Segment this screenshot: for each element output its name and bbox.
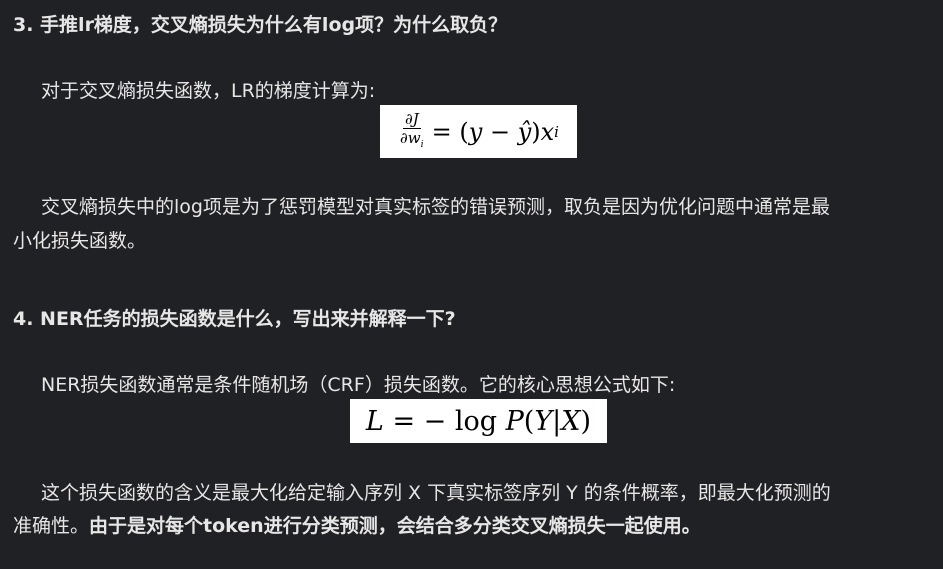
eq-L: L — [365, 405, 384, 437]
eq-y: y — [468, 117, 483, 146]
section-4-intro: NER损失函数通常是条件随机场（CRF）损失函数。它的核心思想公式如下: — [41, 374, 676, 396]
fraction-denominator-sub: i — [420, 138, 424, 150]
eq-neg-log: = − log — [383, 405, 506, 437]
eq-X: X — [561, 405, 581, 437]
eq-bar: | — [552, 405, 562, 437]
section-4-para-line-2-bold: 由于是对每个token进行分类预测，会结合多分类交叉熵损失一起使用。 — [89, 515, 701, 537]
eq-minus: − — [482, 117, 518, 146]
section-4-heading: 4. NER任务的损失函数是什么，写出来并解释一下? — [13, 308, 456, 330]
eq-x-sub: i — [554, 122, 559, 141]
eq-paren-open: ( — [523, 405, 535, 437]
eq-x: x — [540, 117, 555, 146]
eq-paren-close: ) — [580, 405, 592, 437]
section-4-para-line-2: 准确性。由于是对每个token进行分类预测，会结合多分类交叉熵损失一起使用。 — [13, 513, 701, 539]
fraction-numerator: ∂J — [402, 109, 421, 129]
section-3-intro: 对于交叉熵损失函数，LR的梯度计算为: — [41, 80, 376, 102]
gradient-fraction: ∂J ∂wi — [398, 111, 426, 153]
eq-open: = ( — [431, 117, 469, 146]
eq-close: ) — [531, 117, 541, 146]
section-4-para-line-2-normal: 准确性。 — [13, 515, 90, 537]
section-3-heading: 3. 手推lr梯度，交叉熵损失为什么有log项？为什么取负？ — [13, 14, 508, 36]
eq-Y: Y — [534, 405, 553, 437]
section-3-para-line-1: 交叉熵损失中的log项是为了惩罚模型对真实标签的错误预测，取负是因为优化问题中通… — [41, 196, 830, 218]
eq-yhat: ŷ — [517, 117, 532, 146]
crf-loss-equation: L = − log P ( Y | X ) — [350, 399, 607, 443]
fraction-denominator: ∂w — [400, 128, 421, 147]
section-3-para-line-2: 小化损失函数。 — [13, 230, 147, 252]
gradient-equation: ∂J ∂wi = ( y − ŷ ) xi — [380, 105, 577, 158]
section-4-para-line-1: 这个损失函数的含义是最大化给定输入序列 X 下真实标签序列 Y 的条件概率，即最… — [41, 482, 831, 504]
eq-P: P — [505, 405, 524, 437]
